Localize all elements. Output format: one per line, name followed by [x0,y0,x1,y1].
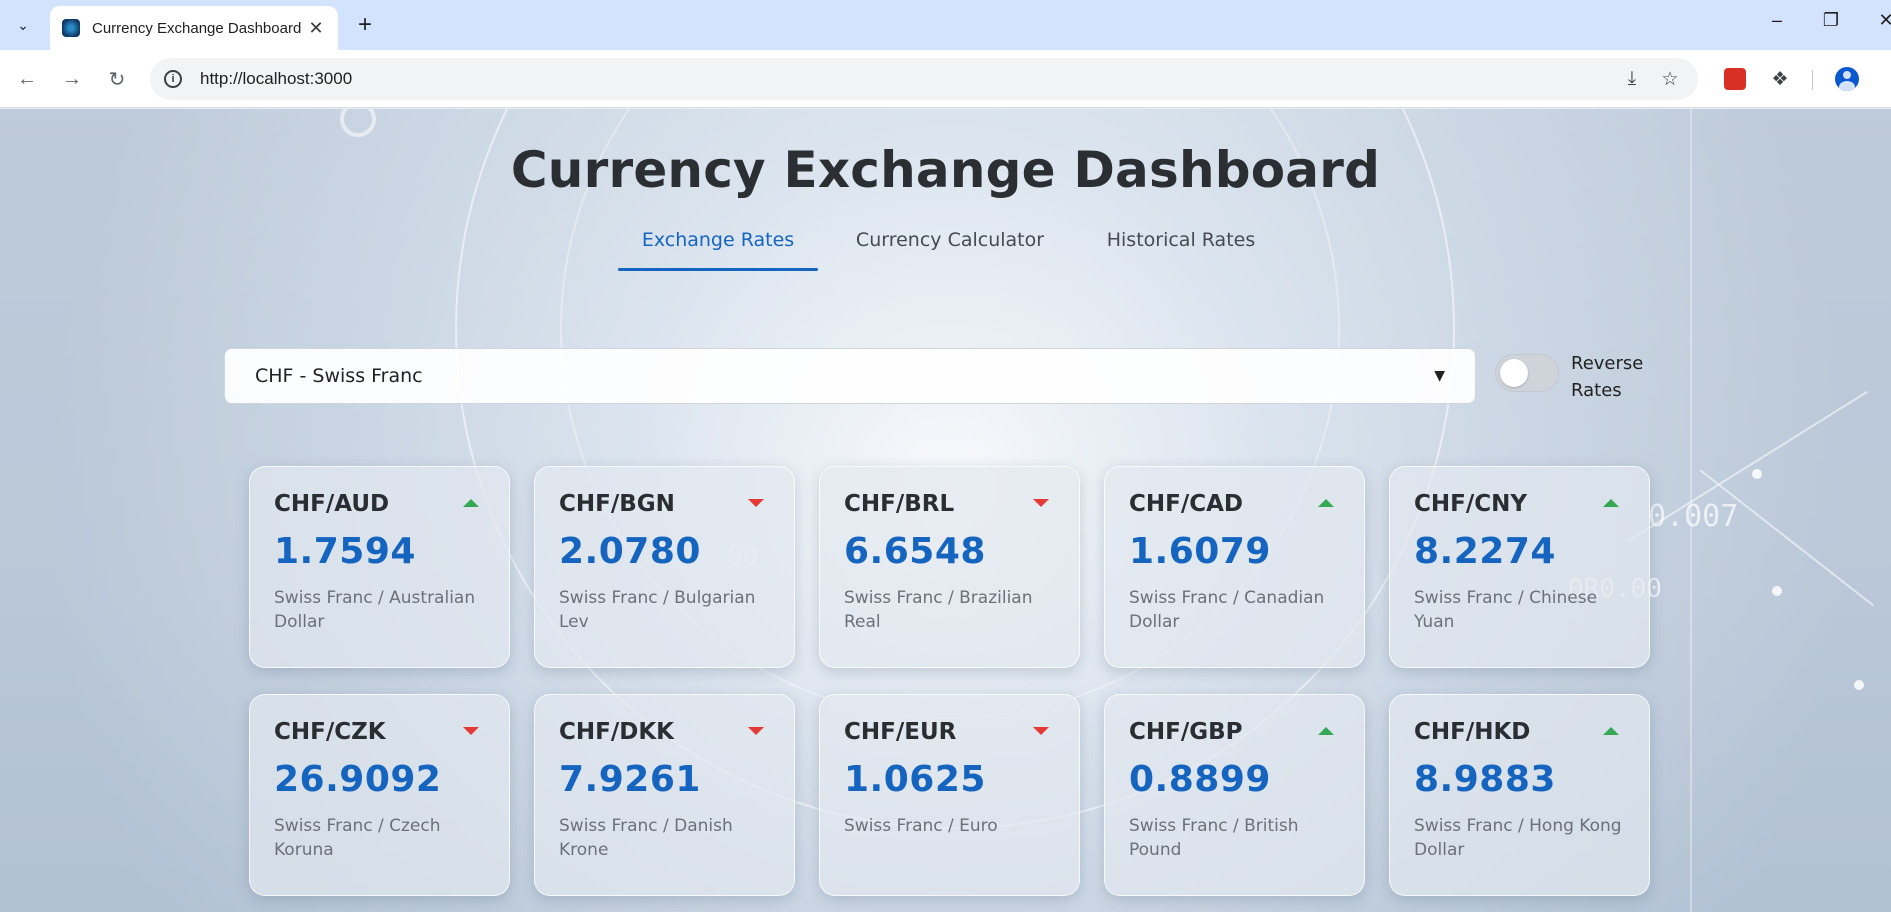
page-title: Currency Exchange Dashboard [510,141,1381,199]
trend-up-icon [463,499,479,507]
view-tabs: Exchange Rates Currency Calculator Histo… [0,225,1891,271]
background-digits: 0.007 [1648,499,1739,534]
background-network-line [1699,469,1874,607]
install-icon[interactable]: ⤓ [1620,67,1644,91]
currency-pair: CHF/BRL [844,491,955,517]
trend-down-icon [1033,727,1049,735]
close-icon[interactable]: ✕ [306,18,326,39]
reverse-rates-toggle[interactable] [1495,354,1559,392]
minimize-icon[interactable]: – [1757,10,1797,31]
currency-pair: CHF/HKD [1414,719,1531,745]
exchange-rate-value: 6.6548 [844,531,986,572]
reverse-rates-label: Reverse Rates [1571,353,1644,401]
rate-card[interactable]: CHF/DKK 7.9261 Swiss Franc / Danish Krone [534,694,795,896]
currency-pair: CHF/AUD [274,491,390,517]
currency-pair: CHF/CAD [1129,491,1244,517]
tab-exchange-rates[interactable]: Exchange Rates [618,225,818,271]
currency-pair-name: Swiss Franc / Bulgarian Lev [559,588,756,632]
trend-up-icon [1318,499,1334,507]
currency-pair: CHF/CZK [274,719,386,745]
arrow-left-icon[interactable]: ← [12,64,42,94]
currency-pair-name: Swiss Franc / Brazilian Real [844,588,1033,632]
tab-currency-calculator[interactable]: Currency Calculator [850,225,1050,267]
exchange-rate-value: 0.8899 [1129,759,1271,800]
toolbar-divider [1812,70,1813,90]
tab-historical-rates[interactable]: Historical Rates [1081,225,1281,267]
currency-pair-name: Swiss Franc / Danish Krone [559,816,733,860]
page-viewport: 0.007 0R0.00 00 Currency Exchange Dashbo… [0,109,1891,912]
window-close-icon[interactable]: ✕ [1866,10,1891,31]
exchange-rate-value: 8.2274 [1414,531,1556,572]
chevron-down-icon[interactable]: ⌄ [6,10,40,40]
rate-card[interactable]: CHF/HKD 8.9883 Swiss Franc / Hong Kong Dol… [1389,694,1650,896]
background-network-node [1752,469,1762,479]
tab-title: Currency Exchange Dashboard [92,19,302,37]
star-icon[interactable]: ☆ [1658,67,1682,91]
profile-icon[interactable] [1832,64,1862,94]
exchange-rate-value: 1.6079 [1129,531,1271,572]
puzzle-icon[interactable]: ❖ [1765,64,1795,94]
currency-pair-name: Swiss Franc / Australian Dollar [274,588,476,632]
background-network-node [1772,586,1782,596]
rate-card[interactable]: CHF/CAD 1.6079 Swiss Franc / Canadian Doll… [1104,466,1365,668]
plus-icon[interactable]: + [350,10,380,40]
rate-card[interactable]: CHF/GBP 0.8899 Swiss Franc / British Pound [1104,694,1365,896]
exchange-rate-value: 7.9261 [559,759,701,800]
currency-pair-name: Swiss Franc / British Pound [1129,816,1299,860]
info-icon[interactable]: i [164,70,182,88]
background-circle-icon [340,109,376,137]
url-field[interactable]: i http://localhost:3000 ⤓ ☆ [150,58,1698,100]
currency-pair-name: Swiss Franc / Chinese Yuan [1414,588,1598,632]
trend-down-icon [463,727,479,735]
browser-tab-strip: ⌄ Currency Exchange Dashboard ✕ + – ❐ ✕ [0,0,1891,50]
extension-icon[interactable] [1720,64,1750,94]
rate-card[interactable]: CHF/BGN 2.0780 Swiss Franc / Bulgarian Lev [534,466,795,668]
exchange-rate-value: 1.7594 [274,531,416,572]
rate-card[interactable]: CHF/BRL 6.6548 Swiss Franc / Brazilian Rea… [819,466,1080,668]
rate-card[interactable]: CHF/AUD 1.7594 Swiss Franc / Australian Do… [249,466,510,668]
trend-up-icon [1603,727,1619,735]
browser-tab[interactable]: Currency Exchange Dashboard ✕ [50,6,338,50]
trend-down-icon [1033,499,1049,507]
currency-pair: CHF/GBP [1129,719,1243,745]
rate-card[interactable]: CHF/EUR 1.0625 Swiss Franc / Euro [819,694,1080,896]
restore-icon[interactable]: ❐ [1811,10,1851,31]
url-text: http://localhost:3000 [200,69,353,88]
trend-up-icon [1603,499,1619,507]
trend-down-icon [748,727,764,735]
arrow-right-icon[interactable]: → [57,64,87,94]
address-bar: ← → ↻ i http://localhost:3000 ⤓ ☆ ❖ [0,50,1891,108]
currency-pair: CHF/DKK [559,719,674,745]
rate-card[interactable]: CHF/CNY 8.2274 Swiss Franc / Chinese Yuan [1389,466,1650,668]
currency-pair-name: Swiss Franc / Czech Koruna [274,816,441,860]
exchange-rate-value: 1.0625 [844,759,986,800]
background-network-node [1854,680,1864,690]
currency-pair-name: Swiss Franc / Canadian Dollar [1129,588,1325,632]
rate-card[interactable]: CHF/CZK 26.9092 Swiss Franc / Czech Koruna [249,694,510,896]
exchange-rate-value: 2.0780 [559,531,701,572]
currency-pair: CHF/EUR [844,719,957,745]
trend-down-icon [748,499,764,507]
currency-pair: CHF/CNY [1414,491,1528,517]
chevron-down-icon: ▼ [1434,368,1445,384]
favicon-icon [62,19,80,37]
base-currency-select[interactable]: CHF - Swiss Franc ▼ [224,348,1476,404]
currency-pair: CHF/BGN [559,491,675,517]
currency-pair-name: Swiss Franc / Euro [844,816,998,836]
exchange-rate-value: 8.9883 [1414,759,1556,800]
exchange-rate-value: 26.9092 [274,759,442,800]
toggle-knob [1500,359,1528,387]
trend-up-icon [1318,727,1334,735]
reload-icon[interactable]: ↻ [102,64,132,94]
currency-pair-name: Swiss Franc / Hong Kong Dollar [1414,816,1622,860]
base-currency-value: CHF - Swiss Franc [255,365,423,387]
